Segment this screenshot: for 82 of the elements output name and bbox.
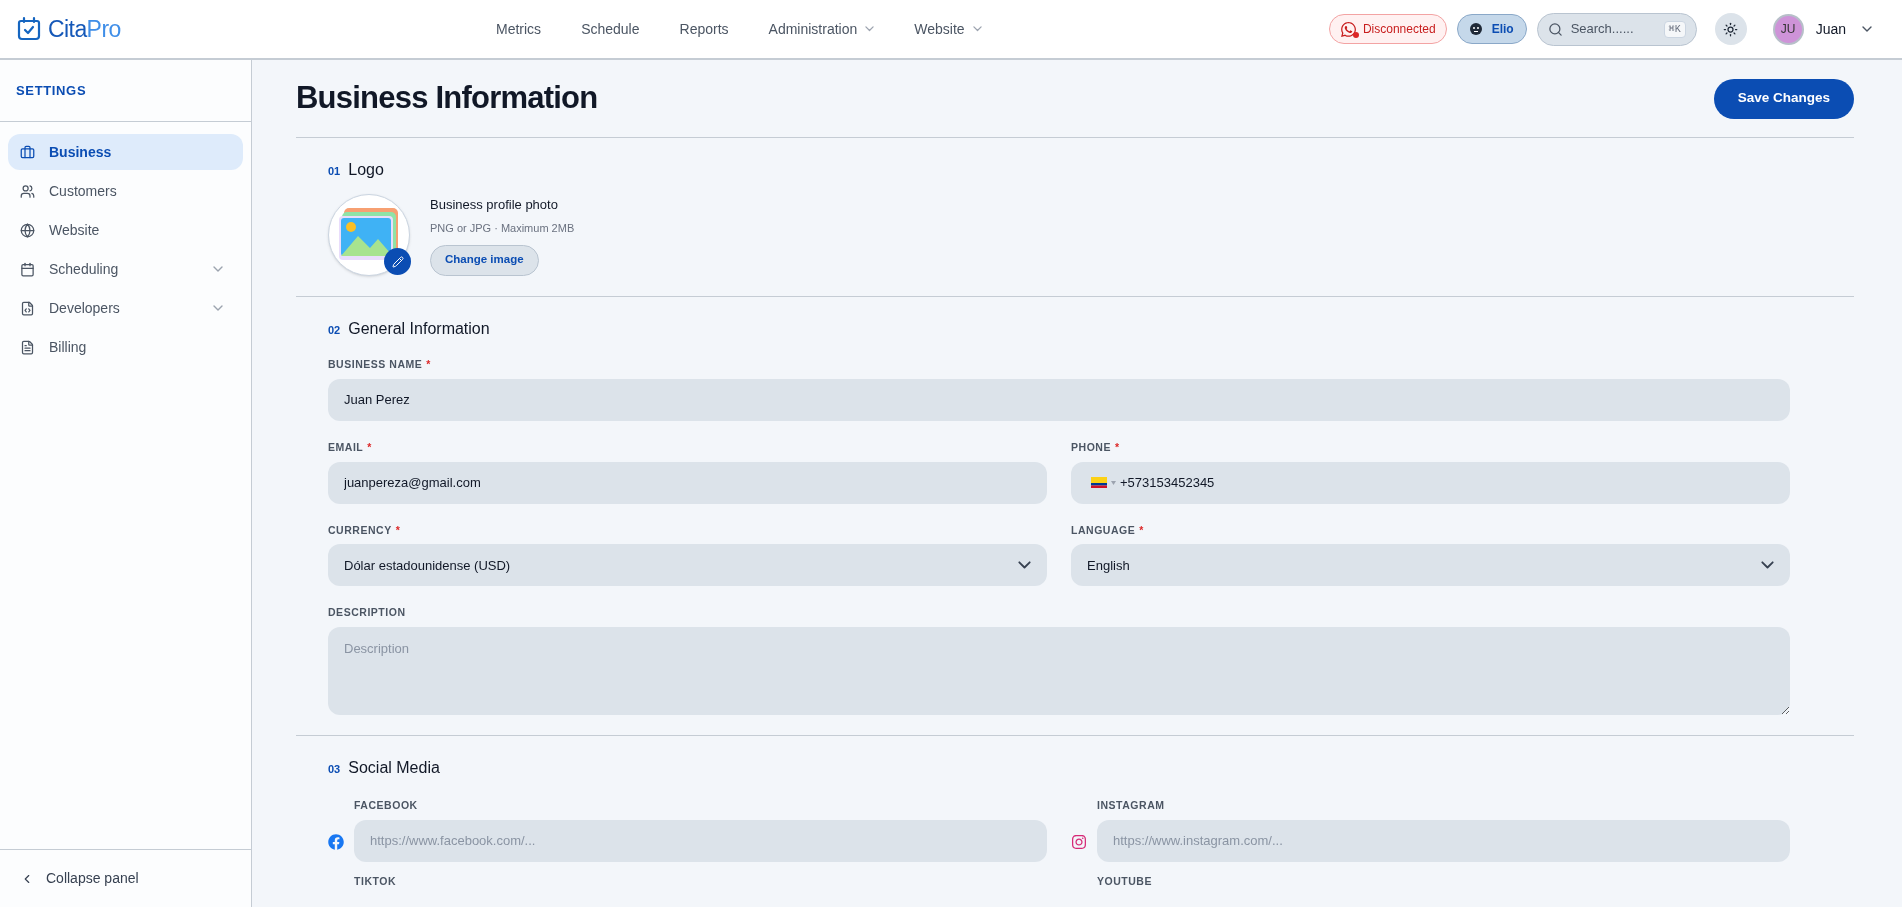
text-field[interactable]: juanpereza@gmail.com [328,461,1047,504]
face-icon [1469,23,1482,35]
sidebar-item[interactable]: Customers [8,173,243,209]
description-field[interactable]: Description [328,627,1790,715]
chevron-down-icon [1761,561,1774,570]
user-name: Juan [1815,19,1846,39]
save-changes-button[interactable]: Save Changes [1713,78,1854,119]
shortcut-key: ⌘K [1663,20,1686,38]
collapse-panel-button[interactable]: Collapse panel [20,868,139,889]
required-mark: * [1139,522,1144,538]
caret-icon [1111,480,1116,485]
section-title: Social Media [348,758,440,778]
briefcase-icon [20,144,35,160]
section-number: 03 [328,762,341,777]
pencil-icon [391,255,404,268]
sidebar-item[interactable]: Billing [8,329,243,365]
calendar-check-icon [16,16,42,42]
required-mark: * [1114,439,1120,455]
field-label: BUSINESS NAME [328,357,423,372]
required-mark: * [395,522,401,538]
nav-link[interactable]: Administration [768,18,875,40]
chat-status-icon [1339,20,1357,38]
field-label: PHONE [1071,439,1111,455]
facebook-icon [328,833,344,850]
field-label: YOUTUBE [1097,873,1152,889]
url-field[interactable]: https://www.facebook.com/... [354,819,1047,862]
field-label: TIKTOK [354,873,397,889]
nav-link[interactable]: Metrics [496,18,542,40]
field-label: EMAIL [328,439,364,455]
select-field[interactable]: Dólar estadounidense (USD) [328,544,1047,587]
section-title: Logo [348,160,384,180]
field-label: LANGUAGE [1071,522,1136,538]
change-image-button[interactable]: Change image [430,244,539,276]
document-icon [20,339,35,355]
section-number: 02 [328,323,341,338]
photo-hint: PNG or JPG · Maximum 2MB [430,221,575,236]
chevron-down-icon [1862,26,1872,32]
connection-badge[interactable]: Disconnected [1328,14,1447,44]
sidebar-item[interactable]: Scheduling [8,251,243,287]
sidebar-item[interactable]: Business [8,134,243,170]
sidebar-title: SETTINGS [16,81,87,100]
chevron-down-icon [1018,561,1031,570]
user-menu[interactable]: JU Juan [1772,13,1872,45]
chevron-down-icon [213,266,223,272]
field-label: FACEBOOK [354,798,418,813]
calendar-icon [20,261,35,277]
photo-heading: Business profile photo [430,195,558,214]
code-file-icon [20,300,35,316]
globe-icon [20,222,35,238]
assistant-button[interactable]: Elio [1456,14,1527,44]
url-field[interactable]: https://www.instagram.com/... [1097,819,1790,862]
section-title: General Information [348,319,490,339]
search-bar[interactable]: Search...... ⌘K [1536,12,1697,46]
theme-button[interactable] [1714,13,1747,45]
nav-link[interactable]: Website [914,18,982,40]
edit-photo-button[interactable] [384,248,411,275]
sun-icon [1723,21,1739,37]
phone-field[interactable]: +573153452345 [1071,461,1790,504]
logo-text[interactable]: CitaPro [48,11,121,47]
search-icon [1547,21,1563,37]
required-mark: * [367,439,372,455]
section-number: 01 [328,164,341,179]
avatar: JU [1772,13,1804,45]
nav-link[interactable]: Reports [679,18,729,40]
search-field[interactable]: Search...... [1570,19,1637,39]
text-field[interactable]: Juan Perez [328,378,1790,421]
required-mark: * [426,357,431,372]
field-label: INSTAGRAM [1097,798,1165,813]
phone-value: +573153452345 [1120,473,1215,492]
field-label: CURRENCY [328,522,392,538]
sidebar-item[interactable]: Developers [8,290,243,326]
sidebar-item[interactable]: Website [8,212,243,248]
flag-icon[interactable] [1091,477,1107,488]
field-label: DESCRIPTION [328,605,406,621]
select-field[interactable]: English [1071,544,1790,587]
instagram-icon [1071,833,1087,850]
chevron-down-icon [972,26,982,32]
nav-link[interactable]: Schedule [581,18,640,40]
page-title: Business Information [296,79,598,118]
chevron-down-icon [865,26,875,32]
chevron-down-icon [213,305,223,311]
users-icon [20,183,35,199]
